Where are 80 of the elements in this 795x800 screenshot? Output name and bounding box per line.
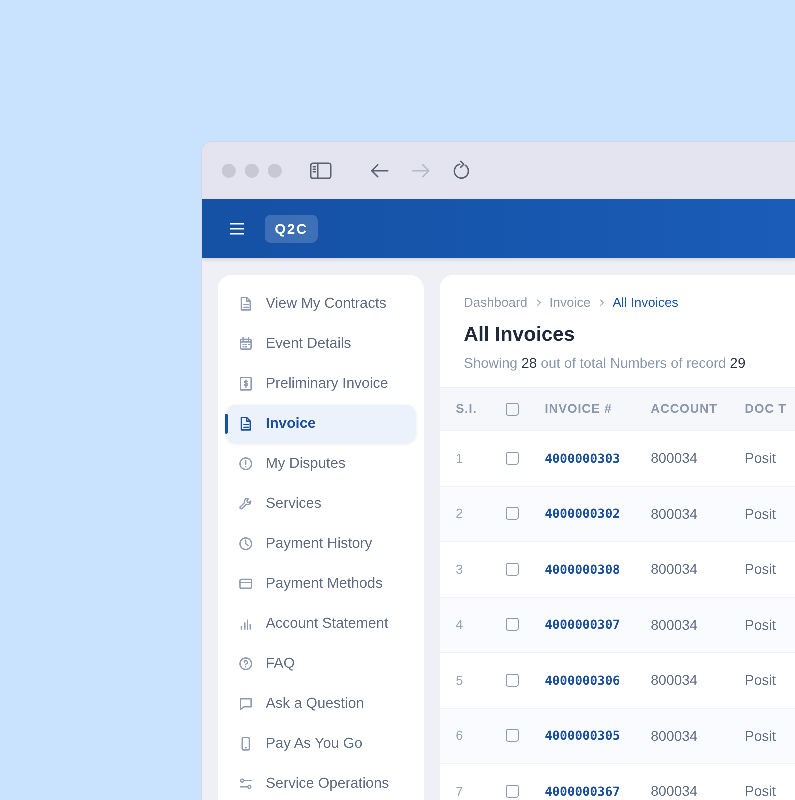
page-title: All Invoices [464,324,576,347]
record-count-text: Showing 28 out of total Numbers of record 29 [464,355,747,371]
row-number: 7 [456,784,464,799]
sidebar-item[interactable]: Invoice [226,405,416,443]
document-icon [238,296,254,312]
active-indicator [225,414,228,434]
table-cell-text: Posit [745,450,778,466]
column-header: INVOICE # [545,402,614,416]
sidebar-item[interactable]: Payment Methods [226,565,416,603]
sidebar-item[interactable]: Ask a Question [226,685,416,723]
table-cell-text: Posit [745,616,778,633]
invoice-number-link[interactable]: 4000000308 [545,562,651,577]
checkbox[interactable] [506,507,519,520]
window-control-dot[interactable] [245,164,259,178]
card-icon [238,576,254,592]
question-circle-icon [238,656,254,672]
checkbox[interactable] [506,402,519,416]
sidebar-item[interactable]: Account Statement [226,605,416,643]
breadcrumb-link[interactable]: Dashboard [464,295,528,310]
row-number: 3 [456,562,464,577]
wrench-icon [238,496,254,512]
menu-icon[interactable] [229,222,245,236]
table-cell-text: 800034 [651,783,699,800]
column-header: ACCOUNT [651,402,719,416]
checkbox[interactable] [506,618,519,632]
reload-icon[interactable] [452,160,472,182]
chevron-right-icon [534,298,543,308]
checkbox[interactable] [506,674,519,687]
chevron-right-icon [598,298,606,308]
breadcrumb-link[interactable]: Invoice [550,295,591,310]
table-cell-text: Posit [745,672,778,688]
sidebar-toggle-icon[interactable] [310,162,332,180]
invoice-number-link[interactable]: 4000000305 [545,728,651,744]
table-cell-text: 800034 [651,561,699,578]
checkbox[interactable] [506,452,519,465]
row-number: 6 [456,728,464,744]
table-cell-text: 800034 [651,450,699,466]
row-number: 5 [456,672,464,688]
window-control-dot[interactable] [268,164,282,178]
window-control-dot[interactable] [222,164,236,178]
document-icon [238,416,254,432]
invoice-number-link[interactable]: 4000000302 [545,506,651,522]
chat-bubble-icon [238,696,254,712]
sidebar-item[interactable]: Preliminary Invoice [226,365,416,403]
row-number: 4 [456,617,464,632]
sidebar-item[interactable]: View My Contracts [226,285,416,323]
table-cell-text: Posit [745,561,778,578]
clock-icon [238,536,254,552]
invoice-number-link[interactable]: 4000000307 [545,617,651,632]
checkbox[interactable] [506,784,519,798]
table-cell-text: Posit [745,728,778,744]
exclamation-circle-icon [238,456,254,472]
sidebar-item[interactable]: Services [226,485,416,523]
sidebar-item[interactable]: My Disputes [226,445,416,483]
table-cell-text: Posit [745,506,778,522]
sidebar-item[interactable]: Pay As You Go [226,725,416,763]
checkbox[interactable] [506,729,519,742]
sidebar-item[interactable]: Service Operations [226,765,416,800]
column-header: DOC T [745,402,788,416]
table-cell-text: Posit [745,783,778,800]
checkbox[interactable] [506,562,519,576]
dollar-document-icon [238,376,254,392]
column-header: S.I. [456,402,478,416]
invoice-number-link[interactable]: 4000000303 [545,450,651,466]
back-arrow-icon[interactable] [370,162,390,180]
breadcrumb-link[interactable]: All Invoices [612,295,679,310]
invoice-number-link[interactable]: 4000000367 [545,784,651,799]
table-cell-text: 800034 [651,728,699,744]
table-cell-text: 800034 [651,672,699,688]
app-logo[interactable]: Q2C [265,214,318,242]
table-cell-text: 800034 [651,616,699,633]
table-cell-text: 800034 [651,506,699,522]
row-number: 2 [456,506,464,522]
sidebar-item[interactable]: FAQ [226,645,416,683]
sidebar-item[interactable]: Payment History [226,525,416,563]
sliders-icon [238,776,254,792]
row-number: 1 [456,450,464,466]
invoice-number-link[interactable]: 4000000306 [545,672,651,688]
sidebar-item[interactable]: Event Details [226,325,416,363]
calendar-icon [238,336,254,352]
